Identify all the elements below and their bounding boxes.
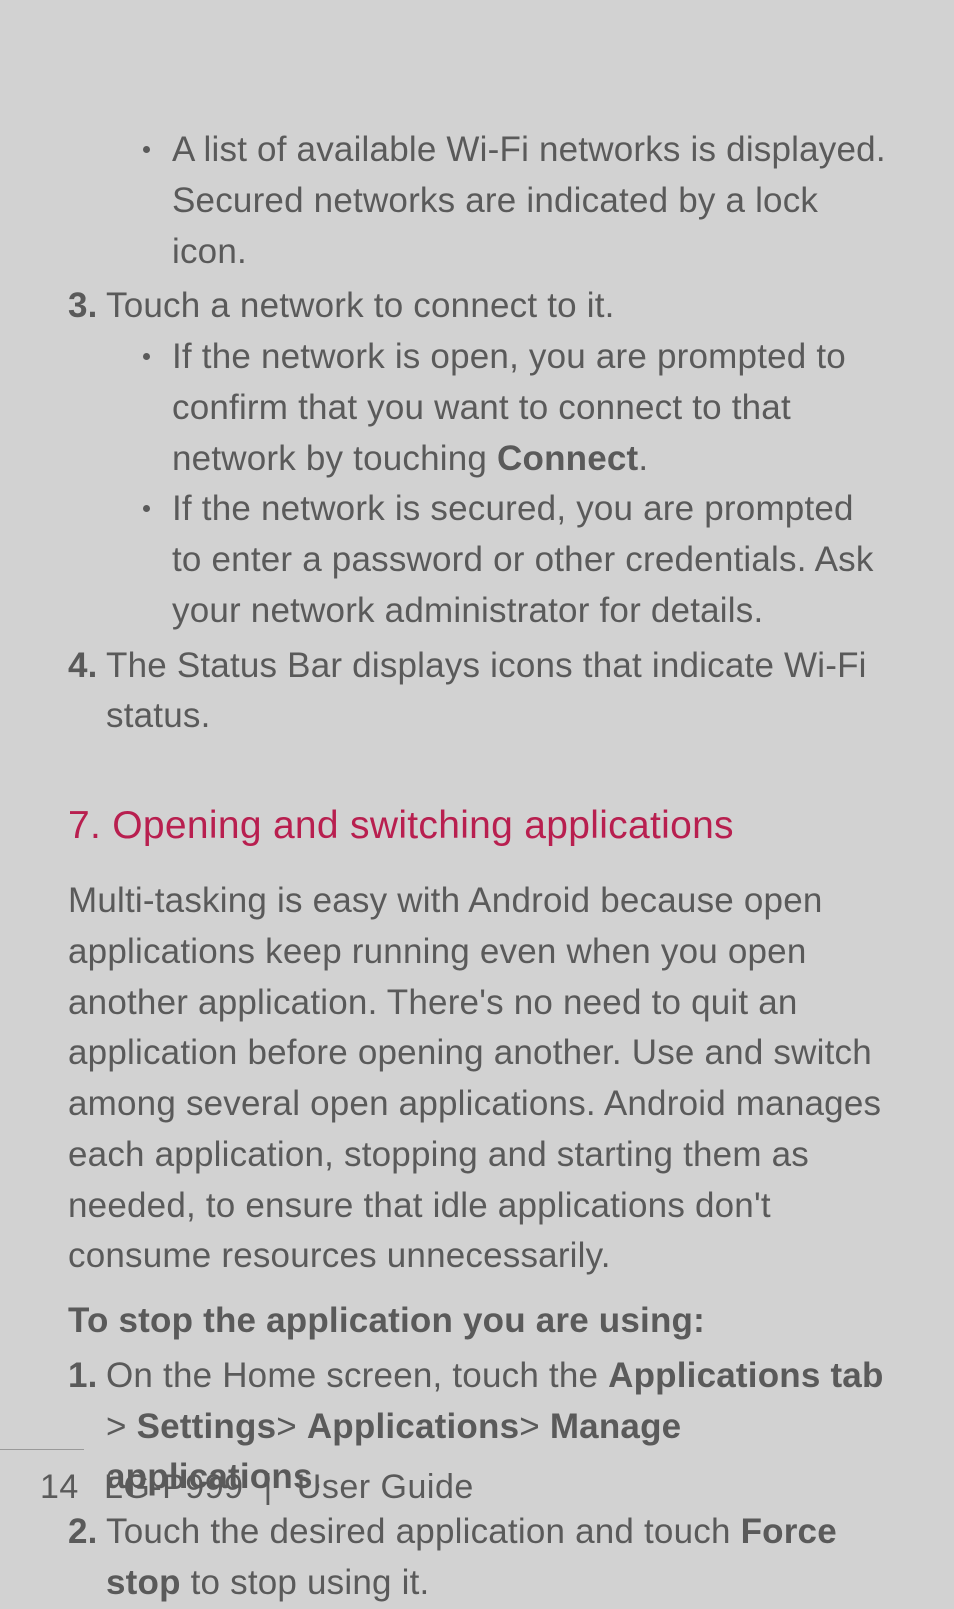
- page-footer: 14 LG-P999 | User Guide: [0, 1449, 954, 1507]
- text-run: Touch the desired application and touch: [106, 1512, 741, 1551]
- step-marker: 3.: [68, 281, 106, 332]
- step-text: Touch a network to connect to it.: [106, 281, 886, 332]
- step-marker: 1.: [68, 1351, 106, 1402]
- bullet-item: If the network is secured, you are promp…: [143, 484, 886, 636]
- bullet-item: If the network is open, you are prompted…: [143, 332, 886, 484]
- step-3: 3. Touch a network to connect to it.: [68, 281, 886, 332]
- bold-applications-tab: Applications tab: [608, 1356, 883, 1395]
- bullet-text: If the network is open, you are prompted…: [172, 332, 886, 484]
- section-heading: 7. Opening and switching applications: [68, 804, 886, 848]
- footer-title: User Guide: [297, 1468, 474, 1506]
- text-run: >: [106, 1407, 137, 1446]
- footer-model: LG-P999: [104, 1468, 244, 1506]
- bullet-list-top: A list of available Wi-Fi networks is di…: [133, 125, 886, 277]
- document-page: A list of available Wi-Fi networks is di…: [0, 0, 954, 1609]
- step-text: The Status Bar displays icons that indic…: [106, 641, 886, 743]
- step-marker: 4.: [68, 641, 106, 692]
- text-run: >: [519, 1407, 550, 1446]
- step-4: 4. The Status Bar displays icons that in…: [68, 641, 886, 743]
- bold-connect: Connect: [497, 439, 638, 478]
- footer-rule: [0, 1449, 84, 1450]
- bullet-text: If the network is secured, you are promp…: [172, 484, 886, 636]
- paragraph: Multi-tasking is easy with Android becau…: [68, 876, 886, 1282]
- step-3-sublist: If the network is open, you are prompted…: [133, 332, 886, 637]
- text-run: >: [276, 1407, 307, 1446]
- footer-separator: |: [264, 1468, 273, 1507]
- sub-heading: To stop the application you are using:: [68, 1296, 886, 1347]
- bullet-dot-icon: [143, 353, 150, 360]
- bullet-dot-icon: [143, 505, 150, 512]
- footer-text: 14 LG-P999 | User Guide: [0, 1468, 954, 1507]
- bullet-item: A list of available Wi-Fi networks is di…: [143, 125, 886, 277]
- stop-step-2: 2. Touch the desired application and tou…: [68, 1507, 886, 1609]
- bold-settings: Settings: [137, 1407, 277, 1446]
- text-run: On the Home screen, touch the: [106, 1356, 608, 1395]
- bullet-dot-icon: [143, 146, 150, 153]
- page-number: 14: [40, 1468, 94, 1507]
- step-marker: 2.: [68, 1507, 106, 1558]
- bold-applications: Applications: [307, 1407, 519, 1446]
- text-run: to stop using it.: [181, 1563, 430, 1602]
- text-run: .: [638, 439, 648, 478]
- bullet-text: A list of available Wi-Fi networks is di…: [172, 125, 886, 277]
- step-text: Touch the desired application and touch …: [106, 1507, 886, 1609]
